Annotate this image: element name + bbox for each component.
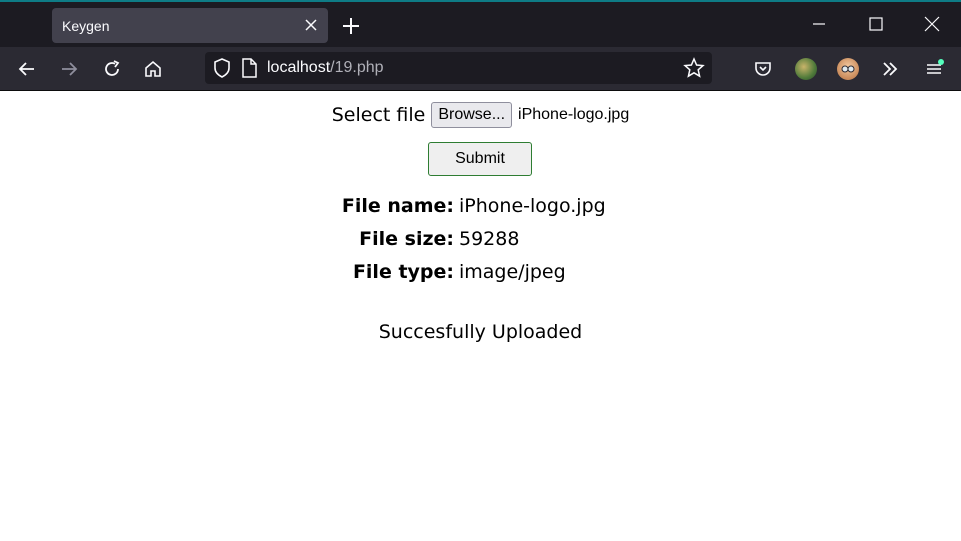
back-arrow-left-icon[interactable] [16,58,38,80]
bookmark-star-icon[interactable] [683,57,705,83]
chosen-file-name: iPhone-logo.jpg [518,106,630,123]
file-name-row: File name: iPhone-logo.jpg [0,195,961,221]
file-size-label: File size: [359,228,454,250]
browse-button[interactable]: Browse... [431,102,513,128]
tab-title: Keygen [62,17,110,34]
hamburger-menu-icon[interactable] [923,58,945,80]
select-file-label: Select file [331,104,426,126]
url-bar[interactable]: localhost/19.php [205,52,712,84]
navigation-toolbar: localhost/19.php [0,47,961,91]
file-size-value: 59288 [459,228,520,250]
url-text[interactable]: localhost/19.php [267,59,384,77]
home-icon[interactable] [142,58,164,80]
file-type-label: File type: [352,261,454,283]
url-host: localhost [267,59,331,76]
url-path: /19.php [330,59,384,76]
file-type-row: File type: image/jpeg [0,261,961,287]
extension-landscape-avatar-icon[interactable] [795,58,817,80]
tab-close-icon[interactable] [303,17,319,33]
file-name-value: iPhone-logo.jpg [459,195,606,217]
maximize-icon[interactable] [866,14,886,34]
file-select-row: Select file Browse... iPhone-logo.jpg [0,102,961,128]
browser-tab[interactable]: Keygen [52,8,328,43]
page-icon[interactable] [240,58,258,82]
pocket-icon[interactable] [752,58,774,80]
page-content: Select file Browse... iPhone-logo.jpg Su… [0,92,961,541]
file-type-value: image/jpeg [459,261,566,283]
forward-arrow-right-icon[interactable] [58,58,80,80]
upload-status-message: Succesfully Uploaded [378,321,583,343]
extension-face-avatar-icon[interactable] [837,58,859,80]
submit-button[interactable]: Submit [428,142,532,176]
file-size-row: File size: 59288 [0,228,961,254]
window-close-icon[interactable] [922,14,942,34]
extensions-chevron-double-right-icon[interactable] [879,58,901,80]
reload-icon[interactable] [101,58,123,80]
file-name-label: File name: [341,195,454,217]
minimize-icon[interactable] [809,14,829,34]
tab-strip: Keygen [0,0,961,47]
shield-icon[interactable] [211,57,233,83]
new-tab-plus-icon[interactable] [341,16,361,36]
